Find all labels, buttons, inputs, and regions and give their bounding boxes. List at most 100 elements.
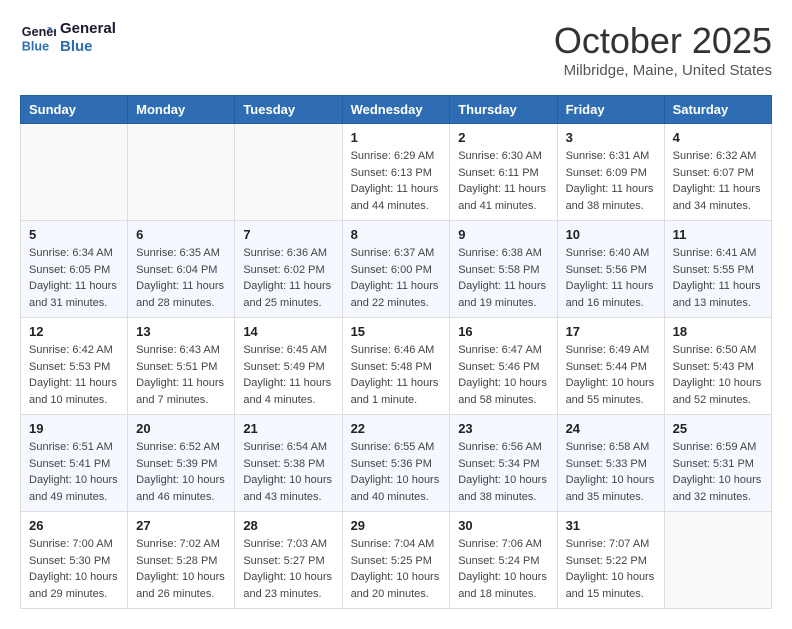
calendar-cell: [664, 512, 771, 609]
calendar-cell: 11 Sunrise: 6:41 AMSunset: 5:55 PMDayligh…: [664, 221, 771, 318]
day-number: 11: [673, 227, 763, 242]
calendar-cell: 19Sunrise: 6:51 AMSunset: 5:41 PMDayligh…: [21, 415, 128, 512]
day-number: 17: [566, 324, 656, 339]
day-number: 24: [566, 421, 656, 436]
calendar-cell: 23 Sunrise: 6:56 AMSunset: 5:34 PMDayligh…: [450, 415, 557, 512]
weekday-header-row: SundayMondayTuesdayWednesdayThursdayFrid…: [21, 96, 772, 124]
calendar-cell: 9 Sunrise: 6:38 AMSunset: 5:58 PMDaylight…: [450, 221, 557, 318]
day-info: Sunrise: 6:45 AMSunset: 5:49 PMDaylight:…: [243, 342, 333, 408]
day-info: Sunrise: 6:35 AMSunset: 6:04 PMDaylight:…: [136, 245, 226, 311]
weekday-header-tuesday: Tuesday: [235, 96, 342, 124]
calendar-week-row: 12Sunrise: 6:42 AMSunset: 5:53 PMDayligh…: [21, 318, 772, 415]
calendar-cell: 16 Sunrise: 6:47 AMSunset: 5:46 PMDayligh…: [450, 318, 557, 415]
calendar-cell: 30 Sunrise: 7:06 AMSunset: 5:24 PMDayligh…: [450, 512, 557, 609]
day-number: 10: [566, 227, 656, 242]
calendar-cell: 22 Sunrise: 6:55 AMSunset: 5:36 PMDayligh…: [342, 415, 450, 512]
day-number: 21: [243, 421, 333, 436]
day-number: 30: [458, 518, 548, 533]
weekday-header-thursday: Thursday: [450, 96, 557, 124]
day-info: Sunrise: 6:40 AMSunset: 5:56 PMDaylight:…: [566, 245, 656, 311]
day-number: 13: [136, 324, 226, 339]
day-info: Sunrise: 7:02 AMSunset: 5:28 PMDaylight:…: [136, 536, 226, 602]
day-info: Sunrise: 6:36 AMSunset: 6:02 PMDaylight:…: [243, 245, 333, 311]
day-number: 5: [29, 227, 119, 242]
day-number: 28: [243, 518, 333, 533]
day-info: Sunrise: 6:59 AMSunset: 5:31 PMDaylight:…: [673, 439, 763, 505]
calendar-cell: 12Sunrise: 6:42 AMSunset: 5:53 PMDayligh…: [21, 318, 128, 415]
logo-icon: General Blue: [20, 20, 56, 56]
day-info: Sunrise: 6:55 AMSunset: 5:36 PMDaylight:…: [351, 439, 442, 505]
calendar-week-row: 19Sunrise: 6:51 AMSunset: 5:41 PMDayligh…: [21, 415, 772, 512]
day-number: 23: [458, 421, 548, 436]
weekday-header-sunday: Sunday: [21, 96, 128, 124]
svg-text:General: General: [22, 25, 56, 39]
day-info: Sunrise: 6:47 AMSunset: 5:46 PMDaylight:…: [458, 342, 548, 408]
calendar-cell: 17 Sunrise: 6:49 AMSunset: 5:44 PMDayligh…: [557, 318, 664, 415]
calendar-cell: 18Sunrise: 6:50 AMSunset: 5:43 PMDayligh…: [664, 318, 771, 415]
day-number: 15: [351, 324, 442, 339]
day-number: 9: [458, 227, 548, 242]
day-info: Sunrise: 6:38 AMSunset: 5:58 PMDaylight:…: [458, 245, 548, 311]
calendar-cell: 15 Sunrise: 6:46 AMSunset: 5:48 PMDayligh…: [342, 318, 450, 415]
calendar-cell: 20 Sunrise: 6:52 AMSunset: 5:39 PMDayligh…: [128, 415, 235, 512]
logo-line2: Blue: [60, 38, 116, 56]
day-info: Sunrise: 6:51 AMSunset: 5:41 PMDaylight:…: [29, 439, 119, 505]
calendar-cell: 10 Sunrise: 6:40 AMSunset: 5:56 PMDayligh…: [557, 221, 664, 318]
weekday-header-saturday: Saturday: [664, 96, 771, 124]
day-number: 16: [458, 324, 548, 339]
day-number: 1: [351, 130, 442, 145]
day-number: 27: [136, 518, 226, 533]
weekday-header-monday: Monday: [128, 96, 235, 124]
day-info: Sunrise: 6:56 AMSunset: 5:34 PMDaylight:…: [458, 439, 548, 505]
day-number: 6: [136, 227, 226, 242]
day-info: Sunrise: 7:07 AMSunset: 5:22 PMDaylight:…: [566, 536, 656, 602]
calendar-cell: 8Sunrise: 6:37 AMSunset: 6:00 PMDaylight…: [342, 221, 450, 318]
day-info: Sunrise: 6:30 AMSunset: 6:11 PMDaylight:…: [458, 148, 548, 214]
day-number: 26: [29, 518, 119, 533]
day-number: 7: [243, 227, 333, 242]
day-info: Sunrise: 7:06 AMSunset: 5:24 PMDaylight:…: [458, 536, 548, 602]
calendar-table: SundayMondayTuesdayWednesdayThursdayFrid…: [20, 95, 772, 609]
day-info: Sunrise: 6:58 AMSunset: 5:33 PMDaylight:…: [566, 439, 656, 505]
calendar-cell: 24 Sunrise: 6:58 AMSunset: 5:33 PMDayligh…: [557, 415, 664, 512]
calendar-cell: 27 Sunrise: 7:02 AMSunset: 5:28 PMDayligh…: [128, 512, 235, 609]
day-info: Sunrise: 6:29 AMSunset: 6:13 PMDaylight:…: [351, 148, 442, 214]
day-number: 20: [136, 421, 226, 436]
calendar-cell: 14 Sunrise: 6:45 AMSunset: 5:49 PMDayligh…: [235, 318, 342, 415]
day-number: 31: [566, 518, 656, 533]
day-number: 4: [673, 130, 763, 145]
day-info: Sunrise: 6:49 AMSunset: 5:44 PMDaylight:…: [566, 342, 656, 408]
day-info: Sunrise: 6:37 AMSunset: 6:00 PMDaylight:…: [351, 245, 442, 311]
location: Milbridge, Maine, United States: [554, 62, 772, 79]
day-number: 3: [566, 130, 656, 145]
calendar-cell: 28 Sunrise: 7:03 AMSunset: 5:27 PMDayligh…: [235, 512, 342, 609]
day-number: 2: [458, 130, 548, 145]
day-info: Sunrise: 6:32 AMSunset: 6:07 PMDaylight:…: [673, 148, 763, 214]
day-info: Sunrise: 6:50 AMSunset: 5:43 PMDaylight:…: [673, 342, 763, 408]
calendar-cell: 1 Sunrise: 6:29 AMSunset: 6:13 PMDaylight…: [342, 124, 450, 221]
day-info: Sunrise: 7:03 AMSunset: 5:27 PMDaylight:…: [243, 536, 333, 602]
day-info: Sunrise: 7:04 AMSunset: 5:25 PMDaylight:…: [351, 536, 442, 602]
weekday-header-wednesday: Wednesday: [342, 96, 450, 124]
calendar-cell: 21 Sunrise: 6:54 AMSunset: 5:38 PMDayligh…: [235, 415, 342, 512]
calendar-cell: [235, 124, 342, 221]
day-info: Sunrise: 6:43 AMSunset: 5:51 PMDaylight:…: [136, 342, 226, 408]
day-info: Sunrise: 6:52 AMSunset: 5:39 PMDaylight:…: [136, 439, 226, 505]
day-number: 25: [673, 421, 763, 436]
calendar-week-row: 5Sunrise: 6:34 AMSunset: 6:05 PMDaylight…: [21, 221, 772, 318]
day-info: Sunrise: 6:46 AMSunset: 5:48 PMDaylight:…: [351, 342, 442, 408]
weekday-header-friday: Friday: [557, 96, 664, 124]
calendar-week-row: 26Sunrise: 7:00 AMSunset: 5:30 PMDayligh…: [21, 512, 772, 609]
day-info: Sunrise: 6:41 AMSunset: 5:55 PMDaylight:…: [673, 245, 763, 311]
calendar-cell: 4 Sunrise: 6:32 AMSunset: 6:07 PMDaylight…: [664, 124, 771, 221]
calendar-cell: 25 Sunrise: 6:59 AMSunset: 5:31 PMDayligh…: [664, 415, 771, 512]
month-title: October 2025: [554, 20, 772, 62]
title-block: October 2025 Milbridge, Maine, United St…: [554, 20, 772, 79]
calendar-cell: 5Sunrise: 6:34 AMSunset: 6:05 PMDaylight…: [21, 221, 128, 318]
day-number: 22: [351, 421, 442, 436]
day-number: 29: [351, 518, 442, 533]
calendar-cell: 26Sunrise: 7:00 AMSunset: 5:30 PMDayligh…: [21, 512, 128, 609]
day-number: 14: [243, 324, 333, 339]
day-info: Sunrise: 6:54 AMSunset: 5:38 PMDaylight:…: [243, 439, 333, 505]
calendar-cell: [128, 124, 235, 221]
